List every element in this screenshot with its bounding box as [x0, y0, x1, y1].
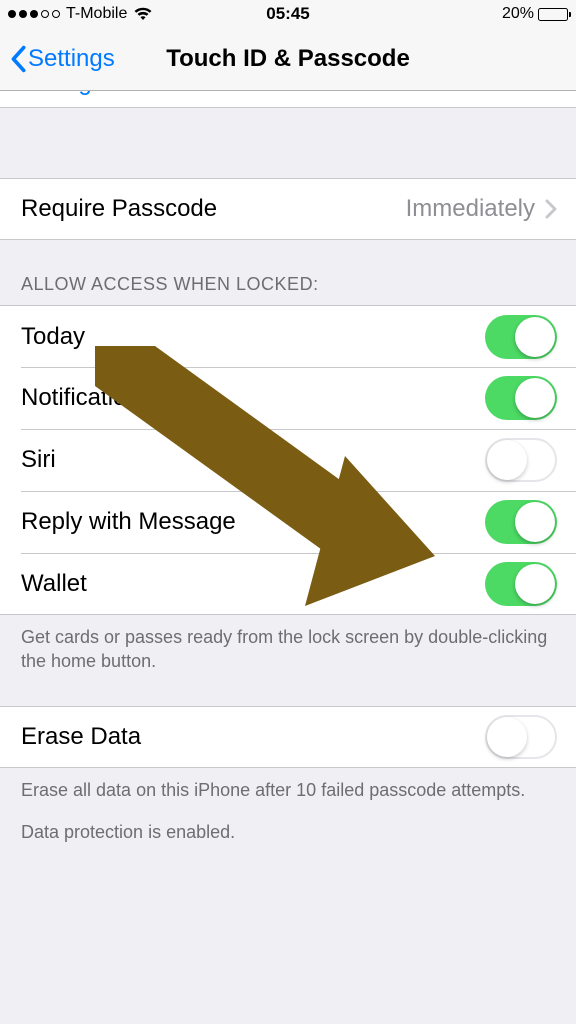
notifications-view-label: Notifications View: [21, 384, 210, 412]
battery-icon: [538, 8, 568, 21]
allow-section-footer: Get cards or passes ready from the lock …: [0, 615, 576, 686]
erase-data-row: Erase Data: [0, 706, 576, 768]
erase-footer-1: Erase all data on this iPhone after 10 f…: [0, 768, 576, 814]
cutoff-row[interactable]: Change Passcode: [0, 91, 576, 108]
siri-row: Siri: [0, 429, 576, 491]
today-toggle[interactable]: [485, 315, 557, 359]
signal-dots-icon: [8, 10, 60, 18]
wallet-label: Wallet: [21, 570, 87, 598]
back-label: Settings: [28, 45, 115, 73]
siri-label: Siri: [21, 446, 56, 474]
nav-bar: Settings Touch ID & Passcode: [0, 28, 576, 91]
change-passcode-label: Change Passcode: [21, 91, 217, 97]
status-right: 20%: [502, 5, 568, 23]
content: Change Passcode Require Passcode Immedia…: [0, 91, 576, 856]
today-row: Today: [0, 305, 576, 367]
siri-toggle[interactable]: [485, 438, 557, 482]
require-passcode-value: Immediately: [406, 195, 535, 223]
page-title: Touch ID & Passcode: [166, 45, 410, 73]
wifi-icon: [133, 7, 153, 21]
notifications-view-toggle[interactable]: [485, 376, 557, 420]
battery-percent: 20%: [502, 5, 534, 23]
allow-section-header: ALLOW ACCESS WHEN LOCKED:: [0, 240, 576, 305]
notifications-view-row: Notifications View: [0, 367, 576, 429]
reply-with-message-toggle[interactable]: [485, 500, 557, 544]
status-left: T-Mobile: [8, 5, 153, 23]
status-time: 05:45: [266, 4, 309, 24]
erase-data-toggle[interactable]: [485, 715, 557, 759]
chevron-left-icon: [10, 45, 26, 73]
reply-with-message-row: Reply with Message: [0, 491, 576, 553]
reply-with-message-label: Reply with Message: [21, 508, 236, 536]
back-button[interactable]: Settings: [10, 45, 115, 73]
wallet-row: Wallet: [0, 553, 576, 615]
status-bar: T-Mobile 05:45 20%: [0, 0, 576, 28]
today-label: Today: [21, 323, 85, 351]
carrier-label: T-Mobile: [66, 5, 127, 23]
require-passcode-label: Require Passcode: [21, 195, 217, 223]
wallet-toggle[interactable]: [485, 562, 557, 606]
erase-footer-2: Data protection is enabled.: [0, 814, 576, 856]
chevron-right-icon: [545, 199, 557, 219]
require-passcode-row[interactable]: Require Passcode Immediately: [0, 178, 576, 240]
erase-data-label: Erase Data: [21, 723, 141, 751]
